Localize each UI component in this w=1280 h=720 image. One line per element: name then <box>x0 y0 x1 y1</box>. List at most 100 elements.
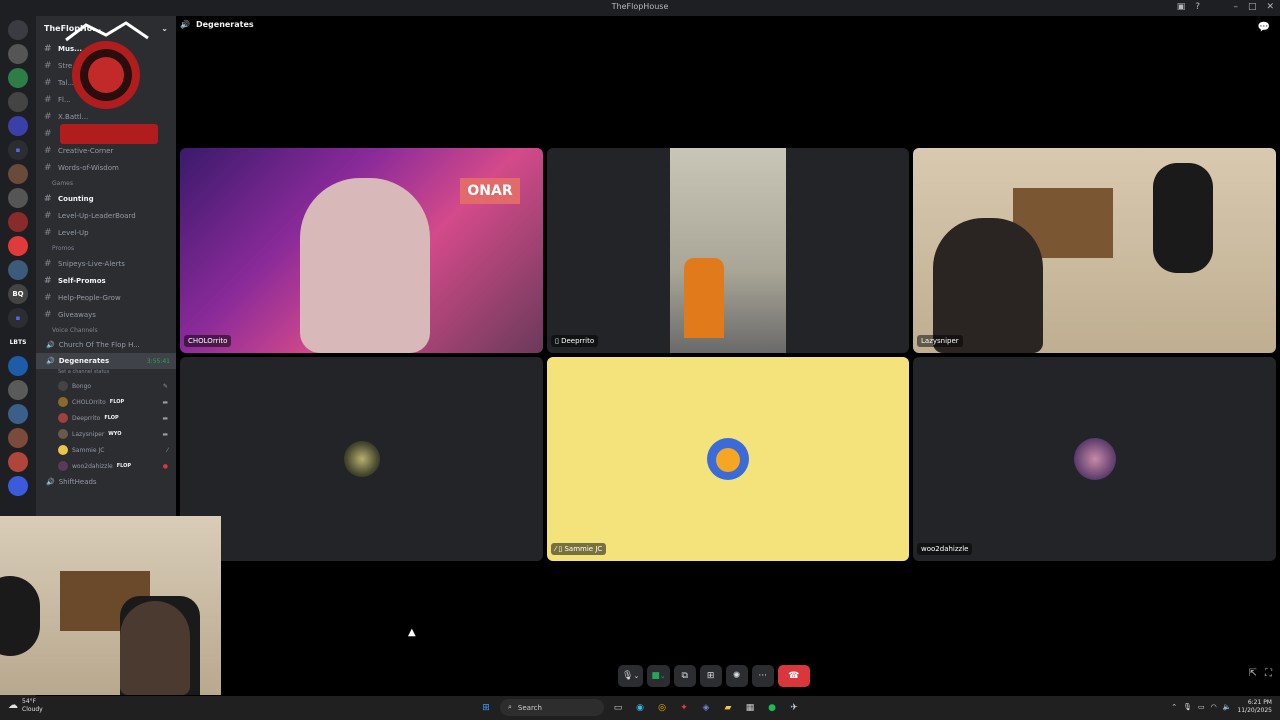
camera-button[interactable]: ■ ⌄ <box>647 665 670 687</box>
server-icon[interactable] <box>8 44 28 64</box>
avatar <box>343 441 380 477</box>
server-icon[interactable] <box>8 92 28 112</box>
channel-status[interactable]: Set a channel status <box>36 369 176 378</box>
spotify-icon[interactable]: ● <box>764 700 780 716</box>
channel-item[interactable]: # Level-Up-LeaderBoard <box>36 207 176 224</box>
microphone <box>1153 163 1213 273</box>
folder-icon[interactable]: ▪ <box>8 140 28 160</box>
voice-member[interactable]: Deeprrito FLOP ▬ <box>36 410 176 426</box>
voice-member[interactable]: CHOLOrrito FLOP ▬ <box>36 394 176 410</box>
server-icon[interactable] <box>8 188 28 208</box>
disconnect-button[interactable]: ☎ <box>777 665 810 687</box>
channel-item[interactable]: # Counting <box>36 190 176 207</box>
close-icon[interactable]: ✕ <box>1266 2 1274 12</box>
chat-icon[interactable]: 💬 <box>1258 22 1270 33</box>
server-icon[interactable] <box>8 212 28 232</box>
taskbar: ☁ 54°F Cloudy ⊞ ⌕ Search ▭ ◉ ◎ ✦ ◈ ▰ ▦ ● ✈… <box>0 696 1280 720</box>
help-icon[interactable]: ? <box>1195 2 1200 12</box>
screen-share-button[interactable]: ⧉ <box>673 665 696 687</box>
voice-member[interactable]: Lazysniper WYO ▬ <box>36 426 176 442</box>
category-games[interactable]: Games <box>36 176 176 190</box>
server-icon[interactable] <box>8 260 28 280</box>
fullscreen-icon[interactable]: ⛶ <box>1265 668 1272 679</box>
voice-member[interactable]: woo2dahizzle FLOP ● <box>36 458 176 474</box>
voice-member[interactable]: Bongo ✎ <box>36 378 176 394</box>
server-icon[interactable] <box>8 164 28 184</box>
server-icon[interactable] <box>8 236 28 256</box>
server-icon[interactable]: BQ <box>8 284 28 304</box>
file-explorer-icon[interactable]: ▰ <box>720 700 736 716</box>
hash-icon: # <box>44 210 52 221</box>
channel-item[interactable]: # Giveaways <box>36 306 176 323</box>
server-icon[interactable] <box>8 356 28 376</box>
channel-item[interactable]: # Snipeys-Live-Alerts <box>36 255 176 272</box>
voice-tile[interactable]: woo2dahizzle <box>913 357 1276 561</box>
server-icon[interactable] <box>8 20 28 40</box>
voice-channel-shiftheads[interactable]: 🔊 ShiftHeads <box>36 474 176 490</box>
more-button[interactable]: ··· <box>751 665 774 687</box>
store-icon[interactable]: ▦ <box>742 700 758 716</box>
server-icon[interactable] <box>8 452 28 472</box>
mic-icon[interactable]: 🎙 <box>1183 703 1192 711</box>
monitor-icon[interactable]: ▭ <box>1198 703 1205 711</box>
video-tile[interactable]: ONAR CHOLOrrito <box>180 148 543 353</box>
channel-item[interactable]: # Help-People-Grow <box>36 289 176 306</box>
category-voice[interactable]: Voice Channels <box>36 323 176 337</box>
wifi-icon[interactable]: ◠ <box>1211 703 1217 711</box>
hang-up-icon: ☎ <box>788 671 800 681</box>
activities-button[interactable]: ⊞ <box>699 665 722 687</box>
task-view-icon[interactable]: ▭ <box>610 700 626 716</box>
channel-item[interactable]: # Self-Promos <box>36 272 176 289</box>
live-icon: ● <box>162 462 168 470</box>
clock[interactable]: 6:21 PM 11/20/2025 <box>1237 699 1272 715</box>
chrome-icon[interactable]: ◎ <box>654 700 670 716</box>
hash-icon: # <box>44 162 52 173</box>
server-icon[interactable] <box>8 116 28 136</box>
weather-icon: ☁ <box>8 700 18 711</box>
self-camera-preview[interactable] <box>0 516 221 695</box>
video-tile[interactable]: ▯ Deeprrito <box>547 148 909 353</box>
category-promos[interactable]: Promos <box>36 241 176 255</box>
windows-start-icon[interactable]: ⊞ <box>478 700 494 716</box>
participant-name: ▯ Deeprrito <box>551 335 599 347</box>
volume-icon[interactable]: 🔈 <box>1223 703 1232 711</box>
participant-figure <box>120 601 190 695</box>
more-icon: ··· <box>758 671 767 681</box>
avatar <box>1073 438 1116 480</box>
voice-channel-church[interactable]: 🔊 Church Of The Flop H... <box>36 337 176 353</box>
title-bar: TheFlopHouse ▣ ? – □ ✕ <box>0 0 1280 16</box>
voice-tile[interactable] <box>180 357 543 561</box>
steam-icon[interactable]: ✈ <box>786 700 802 716</box>
server-icon[interactable] <box>8 380 28 400</box>
inbox-icon[interactable]: ▣ <box>1177 2 1186 12</box>
maximize-icon[interactable]: □ <box>1248 2 1257 12</box>
server-icon[interactable] <box>8 476 28 496</box>
video-tile[interactable]: Lazysniper <box>913 148 1276 353</box>
discord-icon[interactable]: ◈ <box>698 700 714 716</box>
weather-widget[interactable]: ☁ 54°F Cloudy <box>8 698 43 714</box>
channel-item[interactable]: # Level-Up <box>36 224 176 241</box>
chevron-up-icon[interactable]: ⌃ <box>1171 703 1177 711</box>
mic-icon: 🎙 <box>622 671 634 681</box>
chevron-down-icon: ⌄ <box>161 23 168 33</box>
server-icon[interactable] <box>8 68 28 88</box>
popout-icon[interactable]: ⇱ <box>1249 668 1257 679</box>
soundboard-button[interactable]: ✺ <box>725 665 748 687</box>
mic-button[interactable]: 🎙 ⌄ <box>618 665 644 687</box>
server-icon[interactable] <box>8 404 28 424</box>
edge-icon[interactable]: ◉ <box>632 700 648 716</box>
folder-icon[interactable]: ▪ <box>8 308 28 328</box>
voice-channel-degenerates[interactable]: 🔊 Degenerates 3:55:41 <box>36 353 176 369</box>
search-box[interactable]: ⌕ Search <box>500 699 604 716</box>
channel-item[interactable]: # Words-of-Wisdom <box>36 159 176 176</box>
voice-tile-speaking[interactable]: ⁄ ▯ Sammie JC <box>547 357 909 561</box>
server-icon[interactable]: LBTS <box>8 332 28 352</box>
app-icon[interactable]: ✦ <box>676 700 692 716</box>
participant-name: Lazysniper <box>917 335 963 347</box>
voice-member[interactable]: Sammie JC ⁄ <box>36 442 176 458</box>
server-icon[interactable] <box>8 428 28 448</box>
minimize-icon[interactable]: – <box>1233 2 1238 12</box>
avatar <box>58 381 68 391</box>
speaker-icon: 🔊 <box>46 357 55 365</box>
participant-name: CHOLOrrito <box>184 335 232 347</box>
